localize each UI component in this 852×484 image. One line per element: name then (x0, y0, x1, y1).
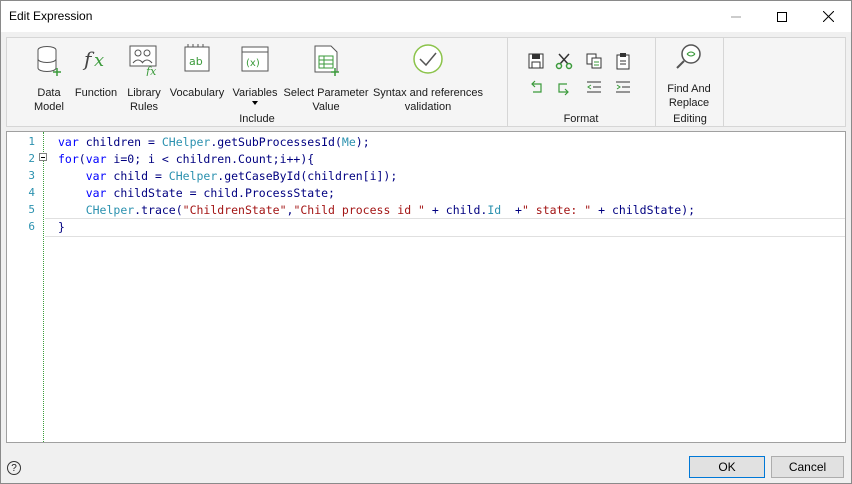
vocabulary-button[interactable]: ab Vocabulary (169, 44, 225, 100)
line-number: 2 (28, 152, 35, 165)
svg-text:x: x (94, 50, 104, 71)
help-icon[interactable]: ? (7, 461, 21, 475)
magnifier-icon (676, 44, 701, 69)
code-line: } (58, 220, 65, 234)
maximize-icon (777, 11, 787, 22)
find-and-replace-label: Find And Replace (667, 83, 711, 109)
data-model-label: Data Model (34, 87, 64, 113)
variables-icon: (x) (241, 46, 269, 72)
minimize-icon (731, 16, 741, 17)
chevron-down-icon (252, 101, 258, 105)
close-button[interactable] (805, 1, 851, 32)
cancel-button[interactable]: Cancel (771, 456, 844, 478)
find-and-replace-button[interactable]: Find And Replace (657, 42, 721, 110)
vocabulary-icon: ab (184, 44, 210, 72)
close-icon (822, 11, 834, 22)
code-line: var children = CHelper.getSubProcessesId… (58, 135, 370, 149)
minimize-button[interactable] (713, 1, 759, 32)
function-label: Function (74, 87, 118, 99)
code-line: CHelper.trace("ChildrenState","Child pro… (85, 203, 696, 217)
edit-expression-window: Edit Expression Data Model f x Function … (0, 0, 852, 484)
code-editor[interactable]: 1 2 3 4 5 6 var children = CHelper.getSu… (6, 131, 846, 443)
save-icon[interactable] (527, 52, 545, 70)
editing-group-label: Editing (673, 113, 707, 125)
code-line: var childState = child.ProcessState; (85, 186, 335, 200)
line-number: 6 (28, 220, 35, 233)
select-parameter-value-button[interactable]: Select Parameter Value (283, 44, 369, 114)
function-fx-icon: f x (82, 47, 104, 71)
ribbon-separator (723, 38, 724, 126)
svg-text:fx: fx (145, 65, 157, 76)
library-rules-icon: fx (129, 45, 157, 76)
code-line: for(var i=0; i < children.Count;i++){ (58, 152, 315, 166)
svg-text:ab: ab (189, 55, 203, 68)
ok-button[interactable]: OK (689, 456, 765, 478)
redo-icon[interactable] (555, 78, 573, 96)
copy-icon[interactable] (585, 52, 603, 70)
include-group-label: Include (239, 113, 275, 125)
line-number: 3 (28, 169, 35, 182)
database-icon (37, 46, 61, 76)
format-group-label: Format (563, 113, 599, 125)
maximize-button[interactable] (759, 1, 805, 32)
ribbon-separator (655, 38, 656, 126)
paste-icon[interactable] (614, 52, 632, 70)
variables-label: Variables (232, 87, 278, 99)
line-number: 4 (28, 186, 35, 199)
line-number: 5 (28, 203, 35, 216)
ribbon-toolbar: Data Model f x Function fx Library Rules (6, 37, 846, 127)
library-rules-label: Library Rules (127, 87, 161, 113)
title-bar: Edit Expression (1, 1, 851, 32)
fold-collapse-icon[interactable] (39, 153, 47, 161)
code-line: var child = CHelper.getCaseById(children… (85, 169, 398, 183)
ribbon-separator (507, 38, 508, 126)
syntax-validation-button[interactable]: Syntax and references validation (371, 44, 485, 114)
data-model-button[interactable]: Data Model (29, 44, 69, 114)
current-line-highlight (45, 218, 845, 237)
line-number: 1 (28, 135, 35, 148)
cut-icon[interactable] (555, 52, 573, 70)
svg-text:(x): (x) (246, 58, 260, 69)
variables-dropdown-button[interactable]: (x) Variables (229, 44, 281, 105)
indent-icon[interactable] (614, 78, 632, 96)
syntax-validation-label: Syntax and references validation (372, 87, 484, 113)
checkmark-circle-icon (413, 44, 443, 74)
line-number-gutter: 1 2 3 4 5 6 (7, 132, 43, 442)
undo-icon[interactable] (527, 78, 545, 96)
window-title: Edit Expression (9, 9, 93, 23)
outdent-icon[interactable] (585, 78, 603, 96)
fold-guide-line (43, 132, 44, 442)
parameter-table-icon (314, 45, 339, 76)
function-button[interactable]: f x Function (73, 44, 119, 100)
select-parameter-value-label: Select Parameter Value (283, 87, 369, 113)
library-rules-button[interactable]: fx Library Rules (122, 44, 166, 114)
vocabulary-label: Vocabulary (169, 87, 225, 99)
